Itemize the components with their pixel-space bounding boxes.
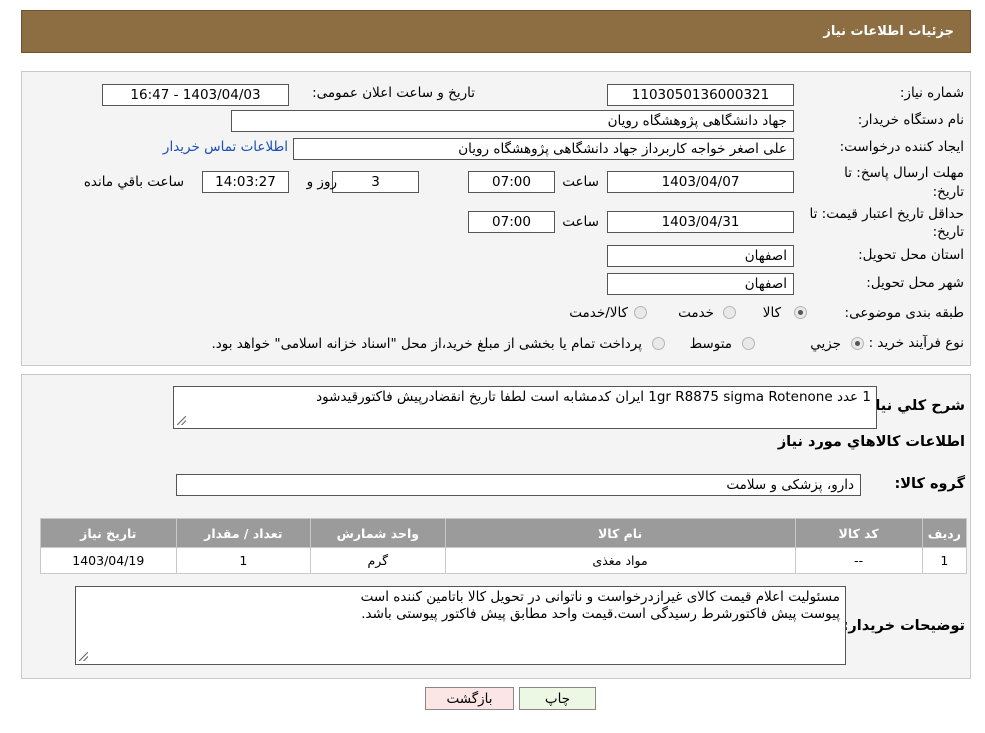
days-label: روز و [306,174,337,190]
process-radio-medium[interactable] [742,337,755,350]
summary-textarea[interactable]: 1 عدد 1gr R8875 sigma Rotenone ایران کدم… [173,386,877,429]
goods-table-header: رديف کد کالا نام کالا واحد شمارش تعداد /… [40,518,968,548]
city-field: اصفهان [607,273,794,295]
print-button[interactable]: چاپ [519,687,596,710]
process-option-minor: جزیي [810,336,841,352]
buyer-notes-textarea[interactable]: مسئولیت اعلام قیمت کالای غیرازدرخواست و … [75,586,846,665]
buyer-org-label: نام دستگاه خریدار: [857,112,964,128]
announce-field: 1403/04/03 - 16:47 [102,84,289,106]
reply-time-label: ساعت [562,174,599,190]
resize-grip-icon[interactable] [177,416,186,425]
category-option-goods-service: کالا/خدمت [569,305,628,321]
summary-text: 1 عدد 1gr R8875 sigma Rotenone ایران کدم… [316,389,871,405]
col-item-name: نام کالا [444,518,796,548]
cell-item-name: مواد مغذی [444,547,796,574]
col-need-date: تاریخ نیاز [40,518,177,548]
need-details-panel: شماره نیاز: 1103050136000321 تاریخ و ساع… [21,71,971,366]
goods-table: رديف کد کالا نام کالا واحد شمارش تعداد /… [40,518,968,574]
reply-date-field: 1403/04/07 [607,171,794,193]
page-title: جزئیات اطلاعات نیاز [823,24,954,39]
needs-panel: شرح کلي نياز: 1 عدد 1gr R8875 sigma Rote… [21,374,971,679]
need-number-field: 1103050136000321 [607,84,794,106]
goods-info-title: اطلاعات کالاهاي مورد نياز [777,434,965,450]
validity-time-field: 07:00 [468,211,555,233]
reply-deadline-label: مهلت ارسال پاسخ: تا [844,165,964,181]
category-option-service: خدمت [678,305,714,321]
province-label: استان محل تحویل: [858,247,964,263]
creator-field: علی اصغر خواجه کاربرداز جهاد دانشگاهی پژ… [293,138,794,160]
goods-group-label: گروه کالا: [894,476,965,492]
price-validity-label: حداقل تاریخ اعتبار قیمت: تا [809,206,964,222]
remaining-time-field: 14:03:27 [202,171,289,193]
category-option-goods: کالا [762,305,781,321]
goods-group-field: دارو، پزشکی و سلامت [176,474,861,496]
process-option-medium: متوسط [689,336,732,352]
col-item-code: کد کالا [794,518,923,548]
col-row-number: رديف [921,518,968,548]
buyer-org-field: جهاد دانشگاهی پژوهشگاه رویان [231,110,794,132]
validity-time-label: ساعت [562,214,599,230]
remaining-time-label: ساعت باقي مانده [83,174,184,190]
category-radio-goods[interactable] [794,306,807,319]
cell-quantity: 1 [175,547,312,574]
validity-date-field: 1403/04/31 [607,211,794,233]
city-label: شهر محل تحویل: [866,275,964,291]
process-type-label: نوع فرآیند خرید : [868,335,964,351]
back-button[interactable]: بازگشت [425,687,514,710]
reply-deadline-label-2: تاریخ: [932,184,964,200]
need-number-label: شماره نیاز: [899,85,964,101]
process-treasury-note: پرداخت تمام یا بخشی از مبلغ خرید،از محل … [211,336,642,352]
category-radio-goods-service[interactable] [634,306,647,319]
price-validity-label-2: تاریخ: [932,224,964,240]
reply-time-field: 07:00 [468,171,555,193]
buyer-contact-link[interactable]: اطلاعات تماس خریدار [163,139,288,155]
province-field: اصفهان [607,245,794,267]
category-radio-service[interactable] [723,306,736,319]
cell-row-number: 1 [921,547,968,574]
cell-unit: گرم [310,547,446,574]
buyer-notes-line-1: مسئولیت اعلام قیمت کالای غیرازدرخواست و … [360,589,840,605]
creator-label: ایجاد کننده درخواست: [839,139,964,155]
cell-need-date: 1403/04/19 [40,547,177,574]
process-radio-minor[interactable] [851,337,864,350]
process-checkbox-treasury[interactable] [652,337,665,350]
col-unit: واحد شمارش [310,518,446,548]
days-field: 3 [332,171,419,193]
cell-item-code: -- [794,547,923,574]
category-label: طبقه بندی موضوعی: [844,305,964,321]
buyer-notes-line-2: پیوست پیش فاکتورشرط رسیدگی است.قیمت واحد… [361,606,840,622]
announce-label: تاریخ و ساعت اعلان عمومی: [312,85,475,101]
resize-grip-icon[interactable] [79,652,88,661]
table-row: 1 -- مواد مغذی گرم 1 1403/04/19 [40,547,968,574]
page-title-bar: جزئیات اطلاعات نیاز [21,10,971,53]
buyer-notes-label: توضیحات خریدار: [842,618,965,634]
col-quantity: تعداد / مقدار [175,518,312,548]
